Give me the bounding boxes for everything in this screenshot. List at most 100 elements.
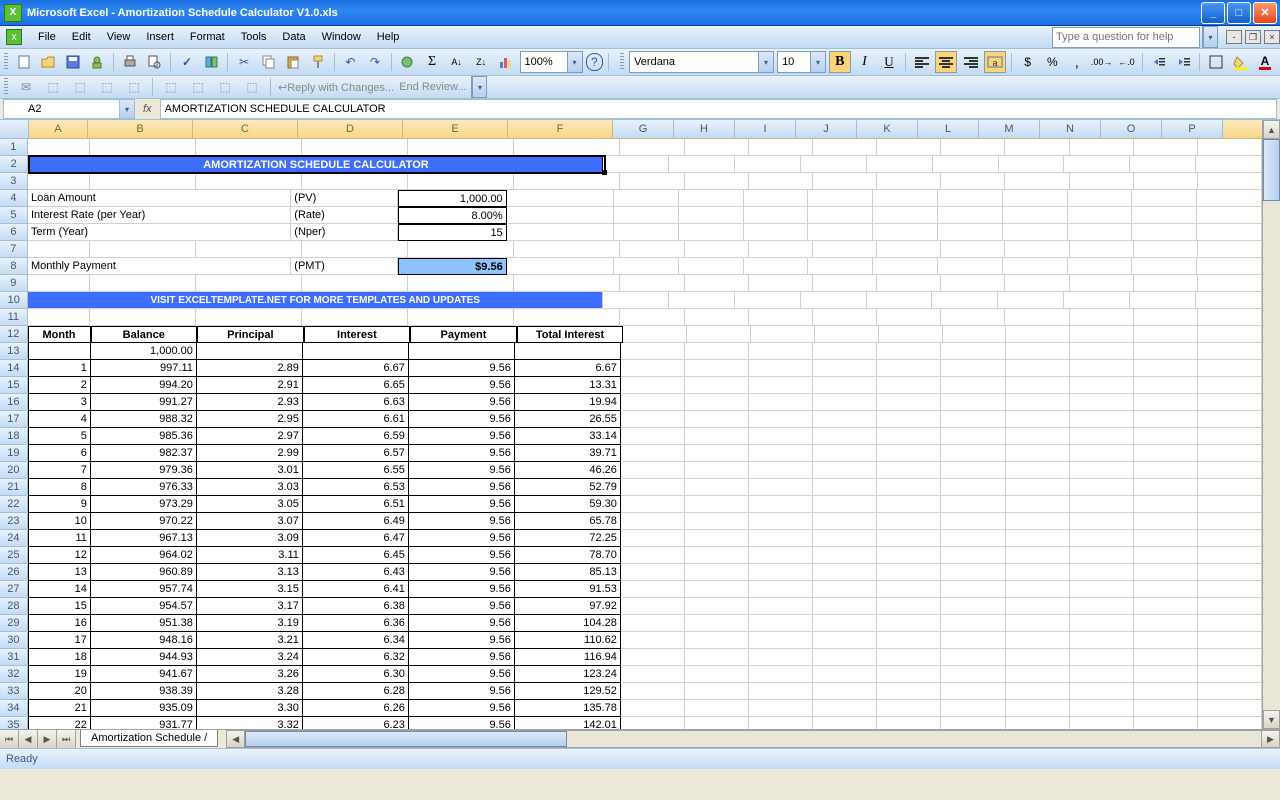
- row-header[interactable]: 32: [0, 666, 28, 683]
- cell[interactable]: [943, 326, 1007, 343]
- cell[interactable]: [877, 700, 941, 717]
- cell[interactable]: [751, 326, 815, 343]
- cell[interactable]: [749, 564, 813, 581]
- cell[interactable]: [1196, 156, 1262, 173]
- cell[interactable]: [941, 513, 1005, 530]
- cell[interactable]: [514, 241, 620, 258]
- spelling-button[interactable]: ✓: [176, 51, 198, 73]
- row-header[interactable]: 31: [0, 649, 28, 666]
- zoom-dropdown[interactable]: 100%▾: [520, 51, 583, 73]
- table-cell[interactable]: 9.56: [409, 547, 515, 564]
- table-cell[interactable]: 3.26: [197, 666, 303, 683]
- review-btn-3[interactable]: ⬚: [96, 76, 118, 98]
- hyperlink-button[interactable]: [397, 51, 419, 73]
- undo-button[interactable]: ↶: [340, 51, 362, 73]
- table-cell[interactable]: 941.67: [91, 666, 197, 683]
- cell[interactable]: [1198, 598, 1262, 615]
- scroll-up-button[interactable]: ▲: [1263, 120, 1280, 139]
- cell[interactable]: [1134, 241, 1198, 258]
- cell[interactable]: [1070, 717, 1134, 729]
- table-cell[interactable]: 26.55: [515, 411, 621, 428]
- fill-color-button[interactable]: [1230, 51, 1252, 73]
- table-cell[interactable]: 988.32: [91, 411, 197, 428]
- col-header-E[interactable]: E: [403, 120, 508, 138]
- cell[interactable]: [621, 547, 685, 564]
- cell[interactable]: [685, 394, 749, 411]
- row-header[interactable]: 18: [0, 428, 28, 445]
- cell[interactable]: [1003, 224, 1068, 241]
- cell[interactable]: Interest Rate (per Year): [28, 207, 291, 224]
- cell[interactable]: [749, 394, 813, 411]
- cell[interactable]: [614, 190, 679, 207]
- table-cell[interactable]: 116.94: [515, 649, 621, 666]
- cell[interactable]: [408, 173, 514, 190]
- row-header[interactable]: 11: [0, 309, 28, 326]
- col-header-O[interactable]: O: [1101, 120, 1162, 138]
- cell[interactable]: [1064, 292, 1130, 309]
- cell[interactable]: [1006, 700, 1070, 717]
- cell[interactable]: [813, 360, 877, 377]
- align-left-button[interactable]: [911, 51, 933, 73]
- table-cell[interactable]: 52.79: [515, 479, 621, 496]
- cell[interactable]: [808, 190, 873, 207]
- cell[interactable]: [749, 649, 813, 666]
- output-cell[interactable]: $9.56: [398, 258, 506, 275]
- cell[interactable]: [621, 581, 685, 598]
- sort-desc-button[interactable]: Z↓: [470, 51, 492, 73]
- cell[interactable]: [813, 615, 877, 632]
- cell[interactable]: [1198, 717, 1262, 729]
- table-cell[interactable]: 12: [28, 547, 91, 564]
- cell[interactable]: [685, 241, 749, 258]
- cell[interactable]: [813, 479, 877, 496]
- cell[interactable]: [408, 139, 514, 156]
- cell[interactable]: [749, 479, 813, 496]
- table-cell[interactable]: 129.52: [515, 683, 621, 700]
- table-cell[interactable]: 6.38: [303, 598, 409, 615]
- cell[interactable]: [1003, 190, 1068, 207]
- cell[interactable]: [408, 241, 514, 258]
- cell[interactable]: [614, 207, 679, 224]
- cell[interactable]: [1070, 513, 1134, 530]
- cell[interactable]: [749, 309, 813, 326]
- table-cell[interactable]: 938.39: [91, 683, 197, 700]
- cell[interactable]: [813, 394, 877, 411]
- cell[interactable]: [621, 428, 685, 445]
- cell[interactable]: [1134, 479, 1198, 496]
- cell[interactable]: [685, 632, 749, 649]
- table-cell[interactable]: 6.28: [303, 683, 409, 700]
- cell[interactable]: [1134, 632, 1198, 649]
- col-header-K[interactable]: K: [857, 120, 918, 138]
- cell[interactable]: [1064, 156, 1130, 173]
- cell[interactable]: [1198, 309, 1262, 326]
- cell[interactable]: [735, 156, 801, 173]
- cell[interactable]: [685, 428, 749, 445]
- input-cell[interactable]: 8.00%: [398, 207, 506, 224]
- send-mail-button[interactable]: ✉: [15, 76, 37, 98]
- cell[interactable]: [1070, 581, 1134, 598]
- cell[interactable]: [941, 581, 1005, 598]
- cell[interactable]: [685, 377, 749, 394]
- table-cell[interactable]: [409, 343, 515, 360]
- cell[interactable]: [685, 615, 749, 632]
- cell[interactable]: [877, 343, 941, 360]
- table-cell[interactable]: 6.55: [303, 462, 409, 479]
- table-cell[interactable]: 6: [28, 445, 91, 462]
- table-cell[interactable]: 9.56: [409, 632, 515, 649]
- decrease-indent-button[interactable]: [1148, 51, 1170, 73]
- cell[interactable]: [1197, 258, 1262, 275]
- cell[interactable]: [28, 241, 90, 258]
- table-cell[interactable]: 3: [28, 394, 91, 411]
- cell[interactable]: [1006, 530, 1070, 547]
- cell[interactable]: [938, 224, 1003, 241]
- cell[interactable]: [1005, 241, 1069, 258]
- cell[interactable]: [1006, 615, 1070, 632]
- col-header-F[interactable]: F: [508, 120, 613, 138]
- cell[interactable]: [685, 666, 749, 683]
- cell[interactable]: [1198, 275, 1262, 292]
- table-cell[interactable]: 944.93: [91, 649, 197, 666]
- toolbar-grip[interactable]: [4, 53, 8, 71]
- cell[interactable]: [679, 190, 744, 207]
- cell[interactable]: [877, 479, 941, 496]
- cell[interactable]: [808, 258, 873, 275]
- cell[interactable]: [749, 632, 813, 649]
